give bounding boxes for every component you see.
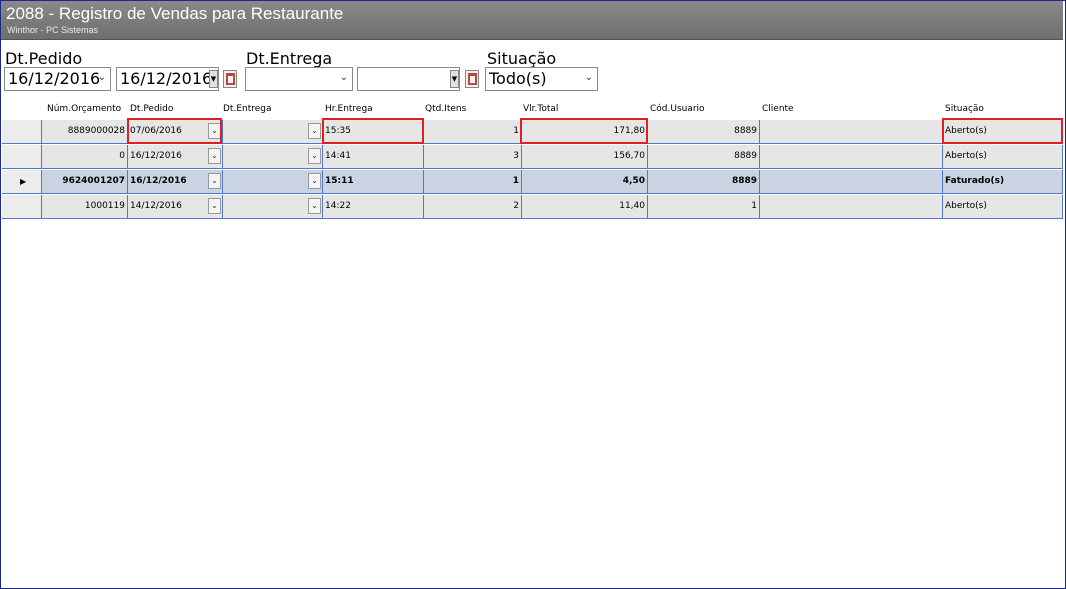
cell-num[interactable]: 0 <box>42 145 128 168</box>
table-row[interactable]: 0 16/12/2016 ⌄ ⌄ 14:41 3 156,70 8889 Aberto(s) <box>2 145 1063 169</box>
dt-pedido-from-value: 16/12/2016 <box>8 69 101 88</box>
dt-pedido-from-combo[interactable]: 16/12/2016 ⌄ <box>4 67 111 91</box>
cell-hr-entrega[interactable]: 14:22 <box>323 195 424 218</box>
cell-vlr-total[interactable]: 4,50 <box>522 170 648 193</box>
calendar-icon[interactable] <box>223 70 237 88</box>
column-header-situacao[interactable]: Situação <box>945 104 984 114</box>
chevron-down-icon: ⌄ <box>97 72 106 83</box>
cell-vlr-total-text: 156,70 <box>613 151 646 161</box>
dt-entrega-dropdown-button[interactable]: ▼ <box>450 70 459 88</box>
cell-hr-entrega-text: 15:11 <box>325 176 354 186</box>
highlight-hr-entrega <box>322 118 424 144</box>
situacao-combo[interactable]: Todo(s) ⌄ <box>485 67 598 91</box>
cell-qtd-itens[interactable]: 1 <box>424 170 522 193</box>
dt-pedido-dropdown-button[interactable]: ▼ <box>209 70 218 88</box>
cell-cod-usuario-text: 8889 <box>731 176 757 186</box>
cell-cod-usuario[interactable]: 8889 <box>648 120 760 143</box>
cell-situacao-text: Aberto(s) <box>945 201 987 211</box>
cell-vlr-total[interactable]: 11,40 <box>522 195 648 218</box>
cell-dt-pedido-text: 14/12/2016 <box>130 201 182 211</box>
calendar-icon[interactable] <box>465 70 479 88</box>
highlight-vlr-total <box>520 118 648 144</box>
cell-cod-usuario-text: 8889 <box>734 126 757 136</box>
row-header[interactable]: ▶ <box>2 170 42 193</box>
dt-pedido-to-value: 16/12/2016 <box>120 69 213 88</box>
table-row[interactable]: 1000119 14/12/2016 ⌄ ⌄ 14:22 2 11,40 1 Aberto(s) <box>2 195 1063 219</box>
column-header-dt-pedido[interactable]: Dt.Pedido <box>130 104 173 114</box>
dt-entrega-label: Dt.Entrega <box>246 49 333 68</box>
chevron-down-icon[interactable]: ⌄ <box>308 173 321 189</box>
cell-situacao-text: Aberto(s) <box>945 151 987 161</box>
cell-num-text: 0 <box>119 151 125 161</box>
dt-entrega-from-combo[interactable]: ⌄ <box>245 67 353 91</box>
chevron-down-icon[interactable]: ⌄ <box>208 198 221 214</box>
column-header-qtd-itens[interactable]: Qtd.Itens <box>425 104 466 114</box>
cell-situacao-text: Faturado(s) <box>945 176 1005 186</box>
row-header[interactable] <box>2 145 42 168</box>
current-row-indicator-icon: ▶ <box>20 177 27 186</box>
cell-qtd-itens-text: 1 <box>512 176 519 186</box>
situacao-label: Situação <box>487 49 557 68</box>
window-subtitle: Winthor - PC Sistemas <box>7 25 99 35</box>
cell-vlr-total-text: 11,40 <box>619 201 645 211</box>
highlight-dt-pedido <box>127 118 222 144</box>
table-row[interactable]: ▶ 9624001207 16/12/2016 ⌄ ⌄ 15:11 1 4,50 8889 Fat… <box>2 170 1063 194</box>
cell-qtd-itens[interactable]: 1 <box>424 120 522 143</box>
cell-hr-entrega[interactable]: 14:41 <box>323 145 424 168</box>
chevron-down-icon[interactable]: ⌄ <box>208 173 221 189</box>
chevron-down-icon: ⌄ <box>584 72 593 83</box>
cell-qtd-itens-text: 3 <box>513 151 519 161</box>
cell-situacao[interactable]: Aberto(s) <box>943 195 1063 218</box>
cell-hr-entrega-text: 14:41 <box>325 151 351 161</box>
title-bar: 2088 - Registro de Vendas para Restauran… <box>1 1 1063 40</box>
cell-situacao[interactable]: Faturado(s) <box>943 170 1063 193</box>
dt-pedido-label: Dt.Pedido <box>5 49 83 68</box>
chevron-down-icon: ⌄ <box>339 72 348 83</box>
chevron-down-icon[interactable]: ⌄ <box>308 123 321 139</box>
cell-num-text: 1000119 <box>84 201 125 211</box>
cell-hr-entrega[interactable]: 15:11 <box>323 170 424 193</box>
column-header-hr-entrega[interactable]: Hr.Entrega <box>325 104 373 114</box>
cell-num[interactable]: 1000119 <box>42 195 128 218</box>
cell-dt-pedido-text: 16/12/2016 <box>130 176 187 186</box>
row-header[interactable] <box>2 120 42 143</box>
dt-pedido-to-combo[interactable]: 16/12/2016 <box>116 67 219 91</box>
cell-cliente[interactable] <box>760 195 943 218</box>
cell-cod-usuario-text: 1 <box>751 201 757 211</box>
window-title: 2088 - Registro de Vendas para Restauran… <box>6 4 344 23</box>
cell-cod-usuario-text: 8889 <box>734 151 757 161</box>
cell-vlr-total-text: 4,50 <box>622 176 645 186</box>
highlight-situacao <box>942 118 1063 144</box>
cell-num-text: 8889000028 <box>67 126 125 136</box>
cell-cod-usuario[interactable]: 1 <box>648 195 760 218</box>
chevron-down-icon[interactable]: ⌄ <box>308 148 321 164</box>
cell-vlr-total[interactable]: 156,70 <box>522 145 648 168</box>
cell-cliente[interactable] <box>760 145 943 168</box>
cell-qtd-itens[interactable]: 2 <box>424 195 522 218</box>
cell-num[interactable]: 9624001207 <box>42 170 128 193</box>
column-header-cod-usuario[interactable]: Cód.Usuario <box>650 104 705 114</box>
column-header-vlr-total[interactable]: Vlr.Total <box>523 104 558 114</box>
cell-cod-usuario[interactable]: 8889 <box>648 145 760 168</box>
cell-num-text: 9624001207 <box>62 176 125 186</box>
column-header-num[interactable]: Núm.Orçamento <box>47 104 121 114</box>
cell-cod-usuario[interactable]: 8889 <box>648 170 760 193</box>
chevron-down-icon[interactable]: ⌄ <box>308 198 321 214</box>
column-header-dt-entrega[interactable]: Dt.Entrega <box>223 104 272 114</box>
dt-entrega-to-combo[interactable] <box>357 67 460 91</box>
cell-qtd-itens-text: 2 <box>513 201 519 211</box>
cell-qtd-itens[interactable]: 3 <box>424 145 522 168</box>
cell-num[interactable]: 8889000028 <box>42 120 128 143</box>
cell-hr-entrega-text: 14:22 <box>325 201 351 211</box>
cell-qtd-itens-text: 1 <box>513 126 519 136</box>
row-header[interactable] <box>2 195 42 218</box>
cell-cliente[interactable] <box>760 170 943 193</box>
cell-dt-pedido-text: 16/12/2016 <box>130 151 182 161</box>
situacao-value: Todo(s) <box>489 69 547 88</box>
cell-situacao[interactable]: Aberto(s) <box>943 145 1063 168</box>
chevron-down-icon[interactable]: ⌄ <box>208 148 221 164</box>
column-header-cliente[interactable]: Cliente <box>762 104 794 114</box>
cell-cliente[interactable] <box>760 120 943 143</box>
